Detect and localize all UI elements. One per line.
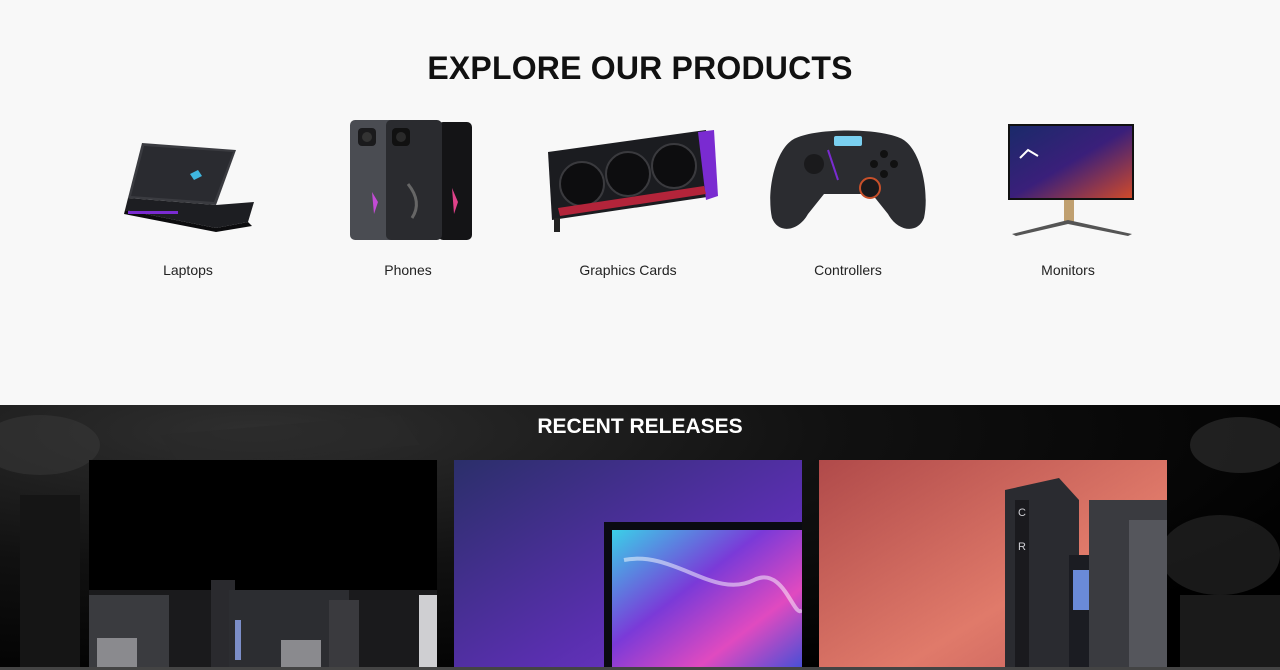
category-label: Controllers (814, 262, 882, 278)
laptop-image (124, 143, 254, 232)
svg-text:C: C (1018, 507, 1026, 519)
release-card-2[interactable] (454, 460, 802, 670)
category-label: Laptops (163, 262, 213, 278)
monitor-release-image (454, 460, 802, 670)
graphics-card-image (548, 130, 718, 232)
recent-releases-section: RECENT RELEASES C R (0, 405, 1280, 670)
category-label: Phones (384, 262, 432, 278)
category-label: Graphics Cards (579, 262, 677, 278)
motherboard-image (89, 460, 437, 670)
section-title: RECENT RELEASES (537, 415, 743, 438)
section-title: EXPLORE OUR PRODUCTS (427, 50, 853, 86)
monitor-image (1008, 124, 1134, 236)
category-laptops[interactable]: Laptops (88, 110, 288, 290)
phone-image (350, 120, 472, 240)
category-phones[interactable]: Phones (308, 110, 508, 290)
category-graphics-cards[interactable]: Graphics Cards (528, 110, 728, 290)
category-monitors[interactable]: Monitors (968, 110, 1168, 290)
controller-image (770, 130, 926, 229)
category-controllers[interactable]: Controllers (748, 110, 948, 290)
explore-products-section: EXPLORE OUR PRODUCTS Laptops Phones Grap… (0, 0, 1280, 405)
svg-text:R: R (1018, 541, 1026, 553)
category-label: Monitors (1041, 262, 1095, 278)
release-card-1[interactable] (89, 460, 437, 670)
crosshair-motherboard-image: C R (819, 460, 1167, 670)
release-card-3[interactable]: C R (819, 460, 1167, 670)
